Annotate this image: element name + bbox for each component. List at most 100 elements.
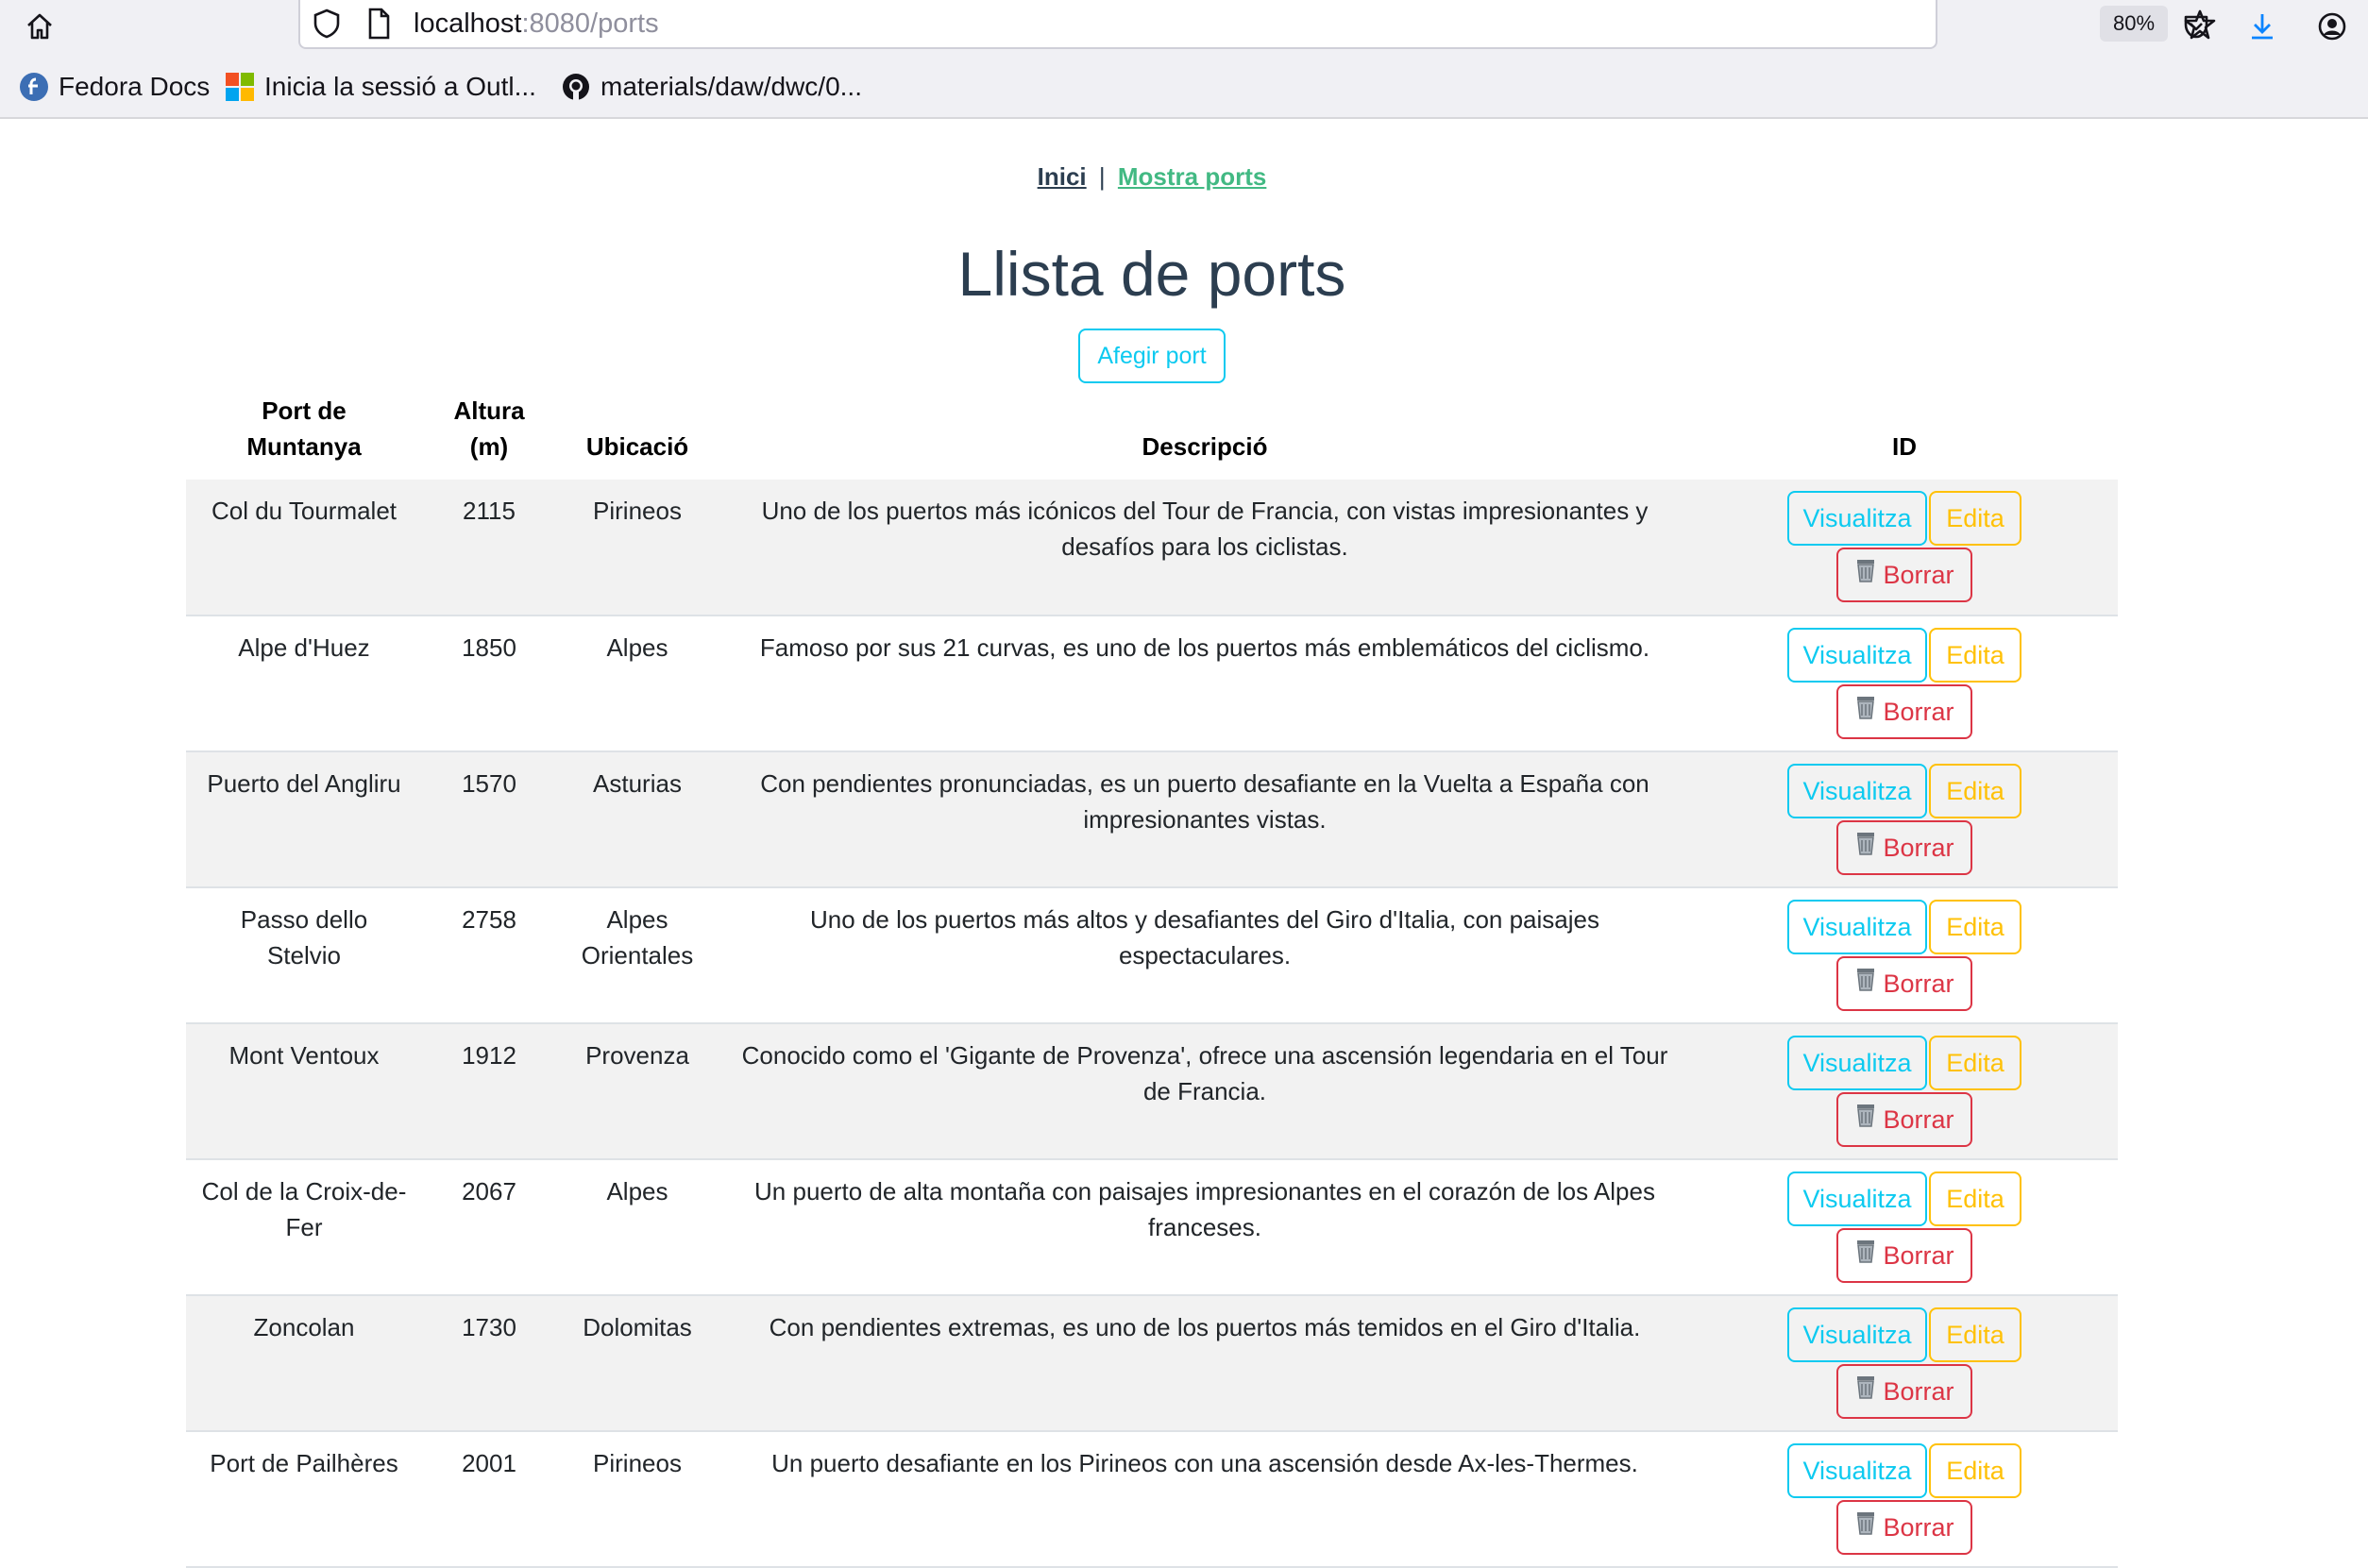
cell-name: Zoncolan — [186, 1295, 422, 1432]
delete-label: Borrar — [1883, 969, 1954, 998]
bookmark-outlook[interactable]: Inicia la sessió a Outl... — [225, 70, 536, 104]
nav-separator: | — [1098, 162, 1106, 191]
trash-icon — [1854, 957, 1877, 1008]
cell-ubicacio: Alpes — [556, 1159, 719, 1296]
col-header-id: ID — [1892, 432, 1917, 461]
table-row: Col de la Croix-de-Fer 2067 Alpes Un pue… — [186, 1159, 2118, 1296]
page-title: Llista de ports — [957, 239, 1346, 309]
main-nav: Inici | Mostra ports — [0, 162, 2304, 192]
delete-label: Borrar — [1883, 1105, 1954, 1134]
cell-ubicacio: Pirineos — [556, 480, 719, 616]
cell-descripcio: Uno de los puertos más icónicos del Tour… — [719, 480, 1691, 616]
trash-icon — [1854, 685, 1877, 736]
edit-button[interactable]: Edita — [1929, 1307, 2021, 1362]
edit-button[interactable]: Edita — [1929, 1036, 2021, 1090]
view-button[interactable]: Visualitza — [1787, 628, 1927, 683]
account-icon[interactable] — [2313, 8, 2351, 45]
delete-button[interactable]: Borrar — [1836, 1364, 1972, 1419]
delete-button[interactable]: Borrar — [1836, 820, 1972, 875]
table-row: Alpe d'Huez 1850 Alpes Famoso por sus 21… — [186, 615, 2118, 752]
delete-label: Borrar — [1883, 1377, 1954, 1406]
cell-name: Puerto del Angliru — [186, 751, 422, 888]
trash-icon — [1854, 1365, 1877, 1416]
cell-name: Col du Tourmalet — [186, 480, 422, 616]
view-button[interactable]: Visualitza — [1787, 900, 1927, 954]
cell-altura: 1912 — [422, 1023, 556, 1160]
view-button[interactable]: Visualitza — [1787, 1036, 1927, 1090]
zoom-badge[interactable]: 80% — [2100, 6, 2168, 42]
cell-name: Port de Pailhères — [186, 1431, 422, 1568]
delete-label: Borrar — [1883, 698, 1954, 726]
view-button[interactable]: Visualitza — [1787, 491, 1927, 546]
delete-button[interactable]: Borrar — [1836, 684, 1972, 739]
cell-actions: Visualitza Edita Borrar — [1691, 1159, 2118, 1296]
col-header-ubicacio: Ubicació — [585, 432, 689, 461]
cell-altura: 2758 — [422, 887, 556, 1024]
bookmark-fedora-docs[interactable]: Fedora Docs — [19, 70, 210, 104]
cell-ubicacio: Pirineos — [556, 1431, 719, 1568]
delete-button[interactable]: Borrar — [1836, 956, 1972, 1011]
bookmarks-bar: Fedora Docs Inicia la sessió a Outl... m… — [0, 53, 2368, 119]
github-icon — [561, 72, 591, 102]
page-icon[interactable] — [364, 7, 393, 41]
delete-button[interactable]: Borrar — [1836, 1092, 1972, 1147]
cell-name: Col de la Croix-de-Fer — [186, 1159, 422, 1296]
col-header-descripcio: Descripció — [1142, 432, 1268, 461]
delete-label: Borrar — [1883, 561, 1954, 589]
cell-descripcio: Con pendientes pronunciadas, es un puert… — [719, 751, 1691, 888]
cell-actions: Visualitza Edita Borrar — [1691, 480, 2118, 616]
cell-descripcio: Uno de los puertos más altos y desafiant… — [719, 887, 1691, 1024]
cell-name: Mont Ventoux — [186, 1023, 422, 1160]
download-icon[interactable] — [2243, 8, 2281, 45]
edit-button[interactable]: Edita — [1929, 764, 2021, 818]
url-text[interactable]: localhost:8080/ports — [414, 6, 659, 42]
shield-icon[interactable] — [310, 6, 344, 42]
delete-label: Borrar — [1883, 1241, 1954, 1270]
edit-button[interactable]: Edita — [1929, 491, 2021, 546]
cell-descripcio: Famoso por sus 21 curvas, es uno de los … — [719, 615, 1691, 752]
cell-actions: Visualitza Edita Borrar — [1691, 751, 2118, 888]
delete-button[interactable]: Borrar — [1836, 1228, 1972, 1283]
col-header-altura: Altura (m) — [453, 396, 525, 461]
cell-actions: Visualitza Edita Borrar — [1691, 887, 2118, 1024]
nav-ports-link[interactable]: Mostra ports — [1118, 162, 1266, 191]
page-content: Inici | Mostra ports Llista de ports Afe… — [0, 119, 2368, 1568]
view-button[interactable]: Visualitza — [1787, 1307, 1927, 1362]
cell-altura: 2067 — [422, 1159, 556, 1296]
table-row: Col du Tourmalet 2115 Pirineos Uno de lo… — [186, 480, 2118, 616]
delete-button[interactable]: Borrar — [1836, 1500, 1972, 1555]
cell-descripcio: Un puerto de alta montaña con paisajes i… — [719, 1159, 1691, 1296]
microsoft-icon — [225, 72, 255, 102]
delete-label: Borrar — [1883, 834, 1954, 862]
table-row: Mont Ventoux 1912 Provenza Conocido como… — [186, 1023, 2118, 1160]
view-button[interactable]: Visualitza — [1787, 1443, 1927, 1498]
ports-table: Port de Muntanya Altura (m) Ubicació Des… — [186, 385, 2118, 1568]
cell-descripcio: Con pendientes extremas, es uno de los p… — [719, 1295, 1691, 1432]
bookmark-github[interactable]: materials/daw/dwc/0... — [561, 70, 862, 104]
view-button[interactable]: Visualitza — [1787, 1172, 1927, 1226]
cell-descripcio: Conocido como el 'Gigante de Provenza', … — [719, 1023, 1691, 1160]
cell-ubicacio: Provenza — [556, 1023, 719, 1160]
pocket-icon[interactable] — [2177, 8, 2215, 45]
cell-altura: 1850 — [422, 615, 556, 752]
view-button[interactable]: Visualitza — [1787, 764, 1927, 818]
cell-actions: Visualitza Edita Borrar — [1691, 1431, 2118, 1568]
add-port-button[interactable]: Afegir port — [1078, 329, 1226, 383]
url-bar[interactable]: localhost:8080/ports 80% — [298, 0, 2216, 49]
browser-toolbar: localhost:8080/ports 80% — [0, 0, 2368, 53]
home-icon[interactable] — [21, 8, 59, 45]
cell-altura: 1570 — [422, 751, 556, 888]
edit-button[interactable]: Edita — [1929, 628, 2021, 683]
trash-icon — [1854, 821, 1877, 872]
edit-button[interactable]: Edita — [1929, 900, 2021, 954]
table-row: Zoncolan 1730 Dolomitas Con pendientes e… — [186, 1295, 2118, 1432]
trash-icon — [1854, 548, 1877, 599]
edit-button[interactable]: Edita — [1929, 1172, 2021, 1226]
cell-name: Passo dello Stelvio — [186, 887, 422, 1024]
trash-icon — [1854, 1093, 1877, 1144]
edit-button[interactable]: Edita — [1929, 1443, 2021, 1498]
cell-ubicacio: Alpes — [556, 615, 719, 752]
delete-button[interactable]: Borrar — [1836, 548, 1972, 602]
nav-home-link[interactable]: Inici — [1038, 162, 1087, 191]
cell-ubicacio: Dolomitas — [556, 1295, 719, 1432]
